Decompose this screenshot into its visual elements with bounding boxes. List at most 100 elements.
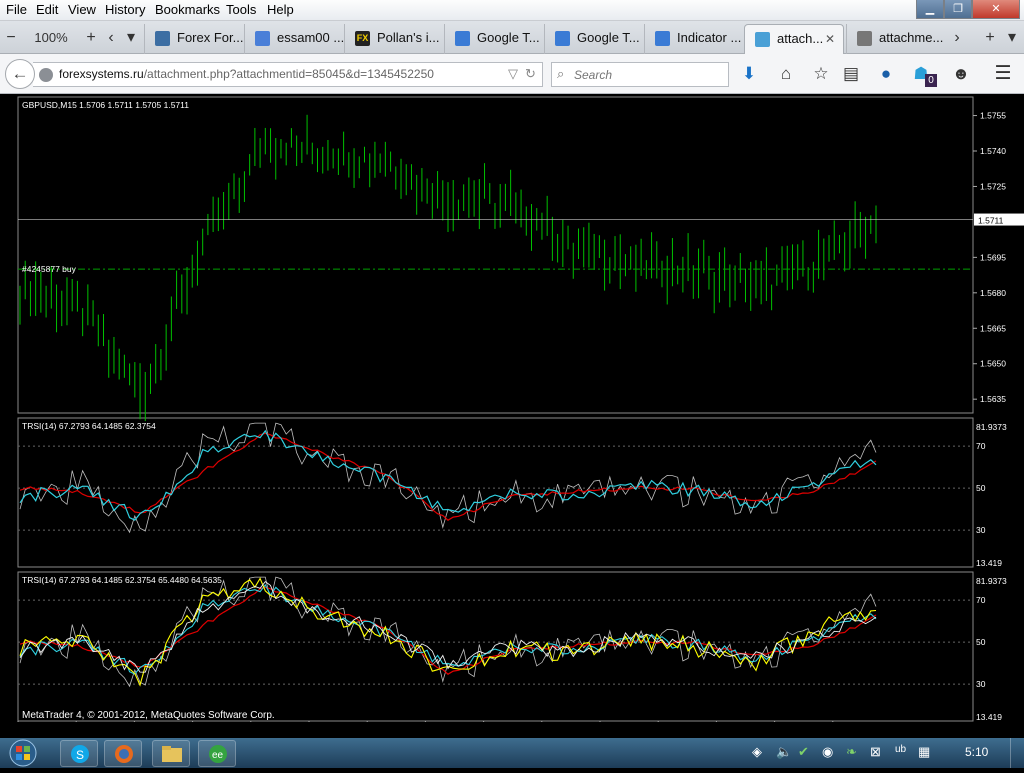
tab-label: essam00 ... bbox=[277, 30, 344, 45]
download-icon[interactable]: ⬇ bbox=[738, 63, 760, 85]
minimize-button[interactable]: ▁ bbox=[916, 0, 944, 19]
back-arrow-icon: ← bbox=[11, 64, 29, 83]
menu-view[interactable]: View bbox=[64, 0, 100, 21]
trsi1-tick-label: 70 bbox=[976, 441, 986, 451]
price-tick-label: 1.5755 bbox=[980, 111, 1006, 121]
trsi1-tick-label: 81.9373 bbox=[976, 422, 1007, 432]
new-tab-icon[interactable]: + bbox=[978, 24, 1002, 54]
chat-icon[interactable]: ☻ bbox=[950, 63, 972, 85]
volume-icon[interactable]: 🔈 bbox=[776, 744, 792, 760]
security-tray-icon[interactable]: ✔ bbox=[798, 744, 809, 760]
search-icon: ⌕ bbox=[557, 66, 565, 81]
menu-help[interactable]: Help bbox=[263, 0, 298, 21]
list-tabs-icon[interactable]: ▾ bbox=[1002, 24, 1022, 54]
menu-bar: File Edit View History Bookmarks Tools H… bbox=[0, 0, 1024, 21]
zoom-in-icon[interactable]: + bbox=[80, 24, 102, 54]
bookmark-star-icon[interactable]: ☆ bbox=[810, 63, 832, 85]
tab-label: Indicator ... bbox=[677, 30, 742, 45]
tab-label: Google T... bbox=[477, 30, 540, 45]
tab-essam00[interactable]: essam00 ... bbox=[244, 24, 344, 54]
zoom-out-icon[interactable]: − bbox=[0, 24, 22, 54]
home-icon[interactable]: ⌂ bbox=[775, 63, 797, 85]
translate-icon bbox=[455, 31, 470, 46]
trsi-panel-2 bbox=[17, 571, 974, 722]
taskbar-app-icon[interactable]: ee bbox=[198, 740, 236, 767]
trsi2-tick-label: 13.419 bbox=[976, 712, 1002, 722]
price-tick-label: 1.5650 bbox=[980, 359, 1006, 369]
scroll-tabs-right-icon[interactable]: › bbox=[948, 24, 966, 54]
document-icon bbox=[857, 31, 872, 46]
attachment-image: 1.5711 81.9373 70 50 30 13.419 81.9373 70 50 30… bbox=[0, 95, 1024, 722]
tab-attachment-active[interactable]: attach... ✕ bbox=[744, 24, 844, 54]
tray-leaf-icon[interactable]: ❧ bbox=[846, 744, 857, 760]
menu-edit[interactable]: Edit bbox=[32, 0, 62, 21]
back-button[interactable]: ← bbox=[5, 59, 35, 89]
tray-close-icon[interactable]: ⊠ bbox=[870, 744, 881, 760]
windows-logo-icon bbox=[9, 739, 37, 767]
search-box[interactable]: ⌕ bbox=[551, 62, 729, 87]
taskbar-firefox-icon[interactable] bbox=[104, 740, 142, 767]
scroll-tabs-left-icon[interactable]: ‹ bbox=[102, 24, 120, 54]
fx-logo-icon: FX bbox=[355, 31, 370, 46]
url-bar[interactable]: forexsystems.ru/attachment.php?attachmen… bbox=[33, 62, 543, 87]
all-tabs-icon[interactable]: ▾ bbox=[122, 24, 140, 54]
translate-icon bbox=[555, 31, 570, 46]
tab-bar: − 100% + ‹ ▾ Forex For... essam00 ... FX… bbox=[0, 21, 1024, 54]
trsi1-tick-label: 50 bbox=[976, 483, 986, 493]
site-favicon-icon bbox=[155, 31, 170, 46]
copyright-text: MetaTrader 4, © 2001-2012, MetaQuotes So… bbox=[22, 710, 275, 721]
url-text[interactable]: forexsystems.ru/attachment.php?attachmen… bbox=[59, 67, 434, 81]
close-tab-icon[interactable]: ✕ bbox=[825, 25, 835, 53]
menu-bookmarks[interactable]: Bookmarks bbox=[151, 0, 224, 21]
taskbar-explorer-icon[interactable] bbox=[152, 740, 190, 767]
taskbar-skype-icon[interactable]: S bbox=[60, 740, 98, 767]
svg-text:ee: ee bbox=[212, 750, 224, 761]
price-tick-label: 1.5740 bbox=[980, 146, 1006, 156]
tab-label: Google T... bbox=[577, 30, 640, 45]
maximize-button[interactable]: ❐ bbox=[944, 0, 972, 19]
price-tick-label: 1.5695 bbox=[980, 252, 1006, 262]
indicator-2-header: TRSI(14) 67.2793 64.1485 62.3754 65.4480… bbox=[22, 575, 222, 585]
indicator-1-header: TRSI(14) 67.2793 64.1485 62.3754 bbox=[22, 421, 156, 431]
tab-attachment[interactable]: attachme... bbox=[846, 24, 946, 54]
url-path: /attachment.php?attachmentid=85045&d=134… bbox=[143, 67, 434, 81]
network-icon[interactable]: ▦ bbox=[918, 744, 930, 760]
network-tray-icon[interactable]: ◈ bbox=[752, 744, 762, 760]
tab-forex-forum[interactable]: Forex For... bbox=[144, 24, 244, 54]
tray-ub-icon[interactable]: ub bbox=[895, 744, 906, 755]
tab-label: Pollan's i... bbox=[377, 30, 440, 45]
trsi2-tick-label: 81.9373 bbox=[976, 576, 1007, 586]
url-dropdown-icon[interactable]: ▽ bbox=[508, 66, 518, 82]
image-file-icon bbox=[755, 32, 770, 47]
start-button[interactable] bbox=[3, 738, 43, 768]
bookmarks-list-icon[interactable]: ▤ bbox=[840, 63, 862, 85]
close-window-button[interactable]: ✕ bbox=[972, 0, 1020, 19]
trsi-panel-1 bbox=[17, 417, 974, 568]
current-price-label: 1.5711 bbox=[978, 216, 1004, 226]
price-tick-label: 1.5725 bbox=[980, 181, 1006, 191]
trsi2-tick-label: 70 bbox=[976, 595, 986, 605]
show-desktop-button[interactable] bbox=[1010, 738, 1024, 768]
tray-app-icon[interactable]: ◉ bbox=[822, 744, 833, 760]
google-plus-icon bbox=[255, 31, 270, 46]
clock[interactable]: 5:10 bbox=[965, 745, 988, 759]
menu-tools[interactable]: Tools bbox=[222, 0, 260, 21]
reload-icon[interactable]: ↻ bbox=[525, 66, 536, 82]
sync-icon[interactable]: ● bbox=[875, 63, 897, 85]
search-input[interactable] bbox=[574, 66, 724, 84]
menu-file[interactable]: File bbox=[2, 0, 31, 21]
trsi2-tick-label: 30 bbox=[976, 679, 986, 689]
tab-pollans[interactable]: FX Pollan's i... bbox=[344, 24, 444, 54]
globe-icon bbox=[39, 68, 53, 82]
tab-google-translate-1[interactable]: Google T... bbox=[444, 24, 544, 54]
zoom-level[interactable]: 100% bbox=[22, 24, 80, 54]
tab-label: Forex For... bbox=[177, 30, 244, 45]
price-tick-label: 1.5635 bbox=[980, 394, 1006, 404]
price-tick-label: 1.5665 bbox=[980, 323, 1006, 333]
menu-history[interactable]: History bbox=[101, 0, 149, 21]
menu-hamburger-icon[interactable]: ☰ bbox=[992, 63, 1014, 85]
translate-icon bbox=[655, 31, 670, 46]
tab-indicator[interactable]: Indicator ... bbox=[644, 24, 744, 54]
metatrader-chart: 1.5711 81.9373 70 50 30 13.419 81.9373 70 50 30… bbox=[17, 96, 1024, 722]
tab-google-translate-2[interactable]: Google T... bbox=[544, 24, 644, 54]
